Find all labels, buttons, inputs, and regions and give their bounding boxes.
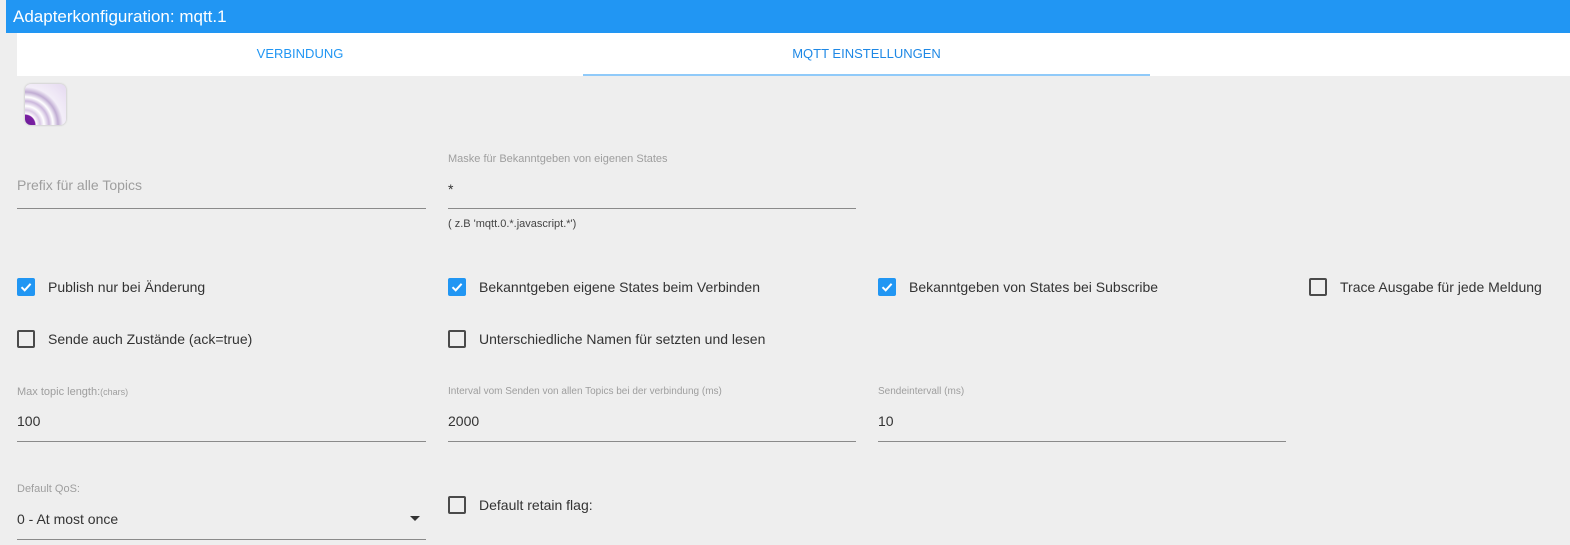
checkbox-unchecked-icon[interactable] xyxy=(17,330,35,348)
send-interval-input[interactable]: 10 xyxy=(878,413,894,429)
interval-all-topics-underline xyxy=(448,441,856,442)
default-qos-select[interactable]: Default QoS: 0 - At most once xyxy=(17,480,426,542)
mask-underline xyxy=(448,208,856,209)
tab-verbindung[interactable]: VERBINDUNG xyxy=(17,33,583,76)
tab-mqtt-einstellungen[interactable]: MQTT EINSTELLUNGEN xyxy=(583,33,1150,76)
interval-all-topics-field[interactable]: Interval vom Senden von allen Topics bei… xyxy=(448,383,856,443)
checkbox-label: Trace Ausgabe für jede Meldung xyxy=(1340,279,1542,295)
send-interval-label: Sendeintervall (ms) xyxy=(878,386,965,397)
mask-label: Maske für Bekanntgeben von eigenen State… xyxy=(448,153,668,165)
checkbox-label: Default retain flag: xyxy=(479,497,593,513)
checkbox-label: Bekanntgeben von States bei Subscribe xyxy=(909,279,1159,295)
default-qos-value[interactable]: 0 - At most once xyxy=(17,511,118,527)
checkbox-unchecked-icon[interactable] xyxy=(1309,278,1327,296)
mask-input[interactable]: * xyxy=(448,181,453,197)
label-text: Max topic length: xyxy=(17,386,101,398)
checkbox-label: Unterschiedliche Namen für setzten und l… xyxy=(479,331,766,347)
tab-bar: VERBINDUNG MQTT EINSTELLUNGEN xyxy=(17,33,1570,76)
dropdown-arrow-icon[interactable] xyxy=(410,516,420,521)
mask-field[interactable]: Maske für Bekanntgeben von eigenen State… xyxy=(448,150,856,235)
checkbox-unchecked-icon[interactable] xyxy=(448,330,466,348)
mqtt-logo-icon xyxy=(25,84,66,125)
send-interval-field[interactable]: Sendeintervall (ms) 10 xyxy=(878,383,1286,443)
page-title: Adapterkonfiguration: mqtt.1 xyxy=(13,7,227,26)
default-qos-underline xyxy=(17,539,426,540)
different-names-checkbox[interactable]: Unterschiedliche Namen für setzten und l… xyxy=(448,330,765,348)
interval-all-topics-input[interactable]: 2000 xyxy=(448,413,479,429)
prefix-placeholder: Prefix für alle Topics xyxy=(17,177,143,193)
prefix-field[interactable]: Prefix für alle Topics xyxy=(17,150,426,210)
checkbox-checked-icon[interactable] xyxy=(17,278,35,296)
default-retain-checkbox[interactable]: Default retain flag: xyxy=(448,496,593,514)
active-tab-indicator xyxy=(583,74,1150,76)
checkbox-label: Bekanntgeben eigene States beim Verbinde… xyxy=(479,279,760,295)
max-topic-length-label: Max topic length:(chars) xyxy=(17,386,128,398)
publish-on-change-checkbox[interactable]: Publish nur bei Änderung xyxy=(17,278,205,296)
checkbox-unchecked-icon[interactable] xyxy=(448,496,466,514)
checkbox-label: Sende auch Zustände (ack=true) xyxy=(48,331,253,347)
title-bar: Adapterkonfiguration: mqtt.1 xyxy=(6,0,1570,33)
checkbox-checked-icon[interactable] xyxy=(448,278,466,296)
interval-all-topics-label: Interval vom Senden von allen Topics bei… xyxy=(448,386,722,397)
max-topic-length-underline xyxy=(17,441,426,442)
max-topic-length-input[interactable]: 100 xyxy=(17,413,40,429)
max-topic-length-field[interactable]: Max topic length:(chars) 100 xyxy=(17,383,426,443)
tab-label: VERBINDUNG xyxy=(256,46,344,61)
mask-help-text: ( z.B 'mqtt.0.*.javascript.*') xyxy=(448,218,577,230)
label-unit: (chars) xyxy=(100,387,129,397)
checkbox-checked-icon[interactable] xyxy=(878,278,896,296)
prefix-underline xyxy=(17,208,426,209)
send-ack-true-checkbox[interactable]: Sende auch Zustände (ack=true) xyxy=(17,330,252,348)
default-qos-label: Default QoS: xyxy=(17,483,80,495)
send-interval-underline xyxy=(878,441,1286,442)
checkbox-label: Publish nur bei Änderung xyxy=(48,279,206,295)
tab-label: MQTT EINSTELLUNGEN xyxy=(792,46,941,61)
trace-output-checkbox[interactable]: Trace Ausgabe für jede Meldung xyxy=(1309,278,1542,296)
publish-own-states-on-connect-checkbox[interactable]: Bekanntgeben eigene States beim Verbinde… xyxy=(448,278,760,296)
publish-states-on-subscribe-checkbox[interactable]: Bekanntgeben von States bei Subscribe xyxy=(878,278,1158,296)
